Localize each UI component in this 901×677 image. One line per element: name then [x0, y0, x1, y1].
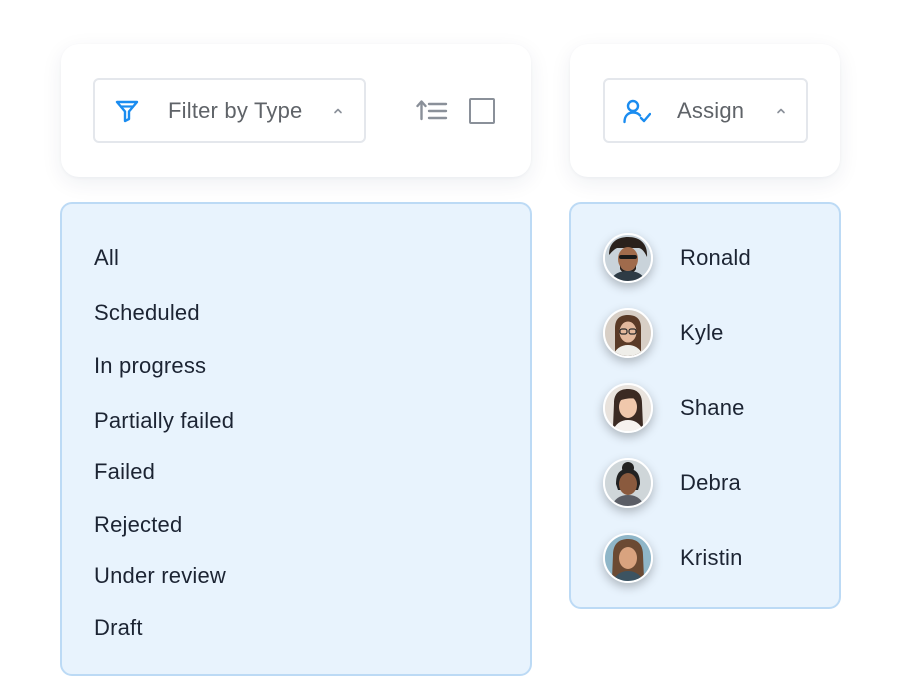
- chevron-up-icon: [331, 104, 345, 118]
- select-all-checkbox[interactable]: [469, 98, 495, 124]
- type-option-scheduled[interactable]: Scheduled: [94, 299, 200, 327]
- avatar-shane: [603, 383, 653, 433]
- assign-toolbar: Assign: [570, 44, 840, 177]
- type-option-partially-failed[interactable]: Partially failed: [94, 407, 234, 435]
- person-item-debra[interactable]: Debra: [603, 458, 741, 508]
- person-name-ronald: Ronald: [680, 245, 751, 270]
- type-option-in-progress[interactable]: In progress: [94, 352, 206, 380]
- type-option-rejected[interactable]: Rejected: [94, 511, 182, 539]
- avatar-kristin: [603, 533, 653, 583]
- type-option-under-review[interactable]: Under review: [94, 562, 226, 590]
- type-option-failed[interactable]: Failed: [94, 458, 155, 486]
- assign-dropdown[interactable]: Assign: [603, 78, 808, 143]
- type-option-all[interactable]: All: [94, 244, 119, 272]
- person-name-kyle: Kyle: [680, 320, 724, 345]
- filter-by-type-label: Filter by Type: [168, 97, 303, 123]
- sort-ascending-icon[interactable]: [416, 97, 448, 125]
- funnel-icon: [113, 97, 141, 125]
- person-item-ronald[interactable]: Ronald: [603, 233, 751, 283]
- filter-by-type-dropdown[interactable]: Filter by Type: [93, 78, 366, 143]
- chevron-up-icon: [774, 104, 788, 118]
- person-name-debra: Debra: [680, 470, 741, 495]
- person-name-kristin: Kristin: [680, 545, 743, 570]
- avatar-debra: [603, 458, 653, 508]
- person-item-kristin[interactable]: Kristin: [603, 533, 743, 583]
- person-item-kyle[interactable]: Kyle: [603, 308, 724, 358]
- assign-label: Assign: [677, 97, 745, 123]
- person-name-shane: Shane: [680, 395, 745, 420]
- avatar-ronald: [603, 233, 653, 283]
- type-option-draft[interactable]: Draft: [94, 614, 143, 642]
- filter-toolbar: Filter by Type: [61, 44, 531, 177]
- avatar-kyle: [603, 308, 653, 358]
- filter-type-menu: All Scheduled In progress Partially fail…: [60, 202, 532, 676]
- user-check-icon: [623, 97, 651, 125]
- assign-people-menu: Ronald Kyle Shane Debra Kristin: [569, 202, 841, 609]
- person-item-shane[interactable]: Shane: [603, 383, 745, 433]
